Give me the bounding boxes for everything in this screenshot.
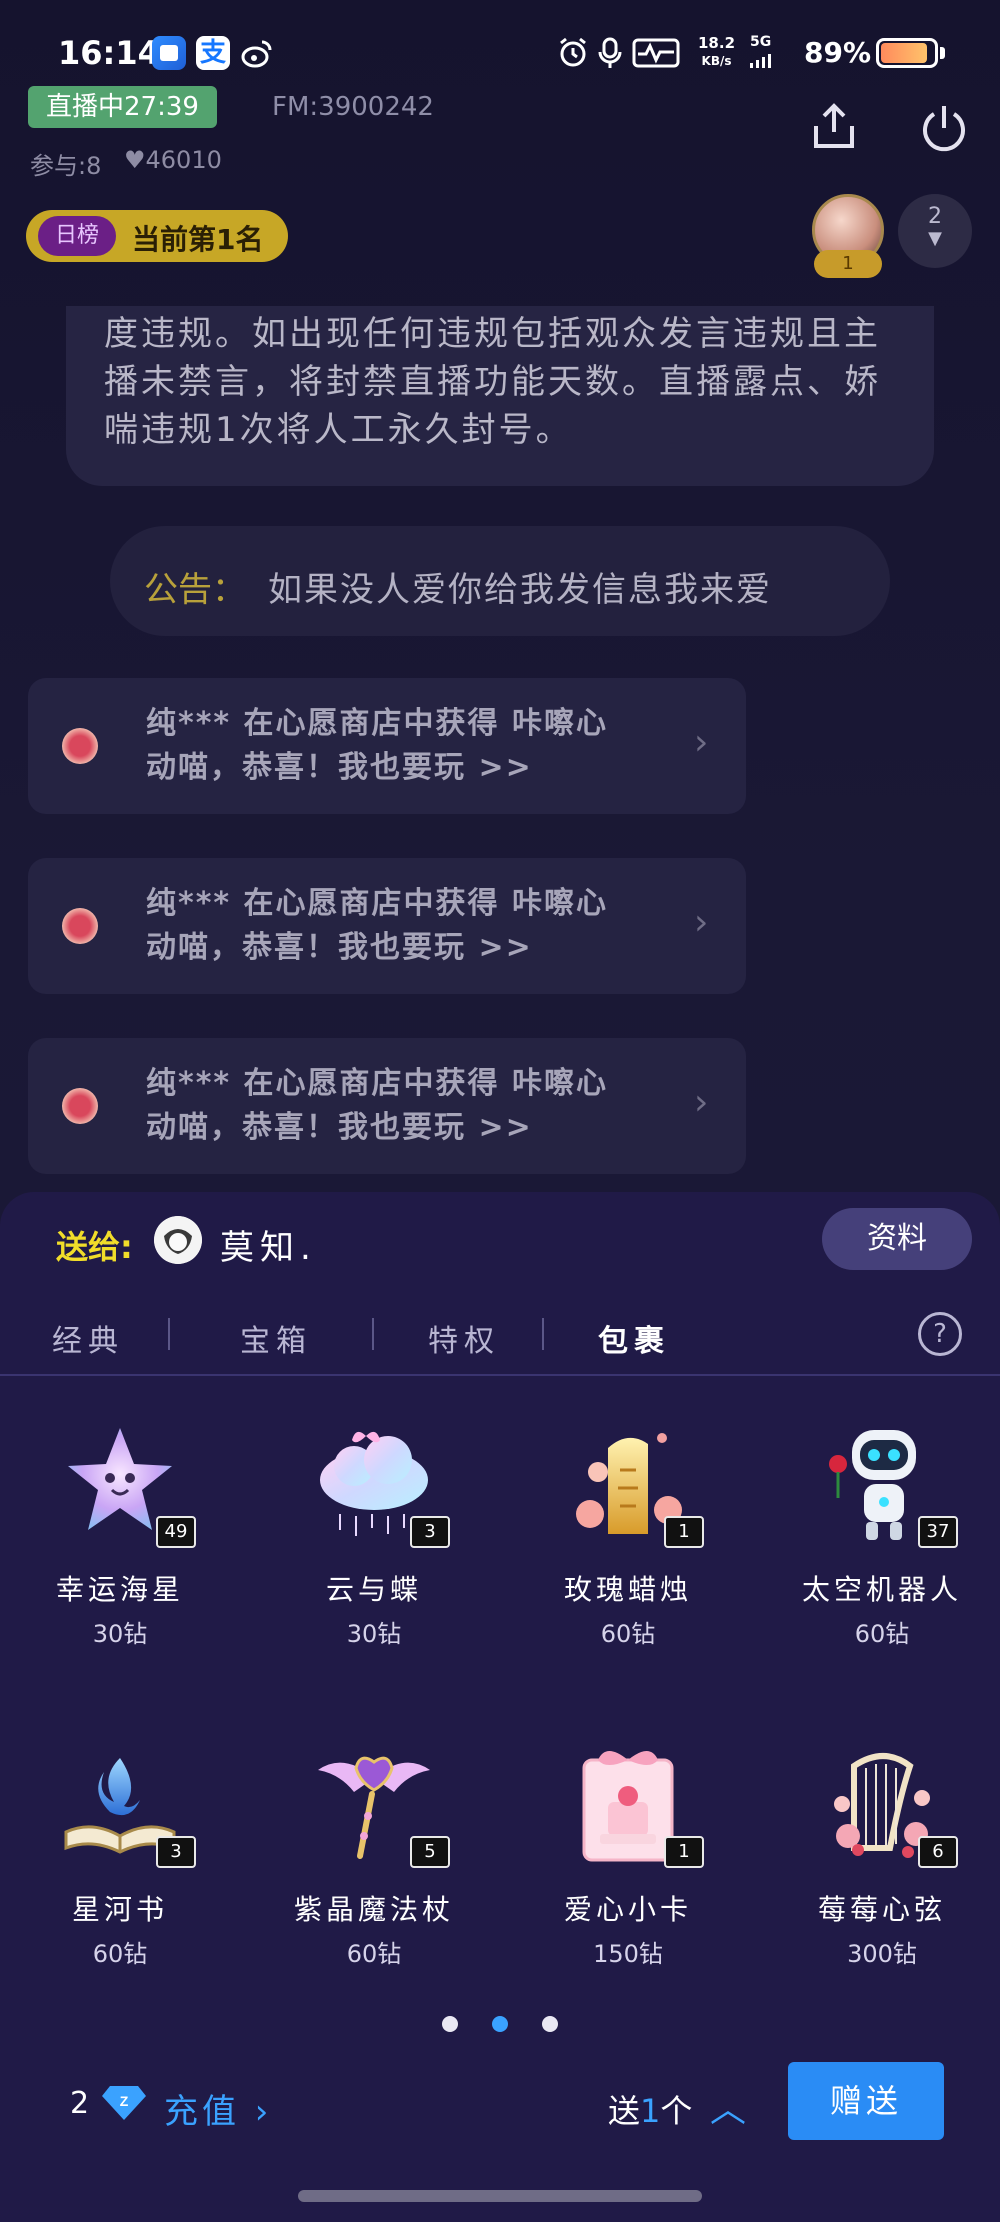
daily-rank-tag: 日榜 xyxy=(38,216,116,256)
battery-tip xyxy=(940,47,945,59)
chevron-down-icon: ▼ xyxy=(928,228,942,249)
app-blue-icon xyxy=(152,36,186,70)
rules-message-text: 度违规。如出现任何违规包括观众发言违规且主播未禁言，将封禁直播功能天数。直播露点… xyxy=(104,314,881,450)
heart-icon: ♥ xyxy=(124,146,146,174)
home-indicator[interactable] xyxy=(298,2190,702,2202)
gift-name: 玫瑰蜡烛 xyxy=(563,1573,692,1606)
fm-id: FM:3900242 xyxy=(272,92,434,122)
gift-name: 太空机器人 xyxy=(801,1573,962,1606)
gift-price: 30钻 xyxy=(92,1620,148,1648)
announcement-text: 如果没人爱你给我发信息我来爱 xyxy=(268,570,772,610)
net-speed: 18.2 KB/s xyxy=(698,34,736,68)
gift-item[interactable]: 1 爱心小卡 150钻 xyxy=(518,1738,738,1978)
gift-item[interactable]: 1 玫瑰蜡烛 60钻 xyxy=(518,1418,738,1658)
gift-price: 30钻 xyxy=(346,1620,402,1648)
live-duration-badge: 直播中27:39 xyxy=(28,86,217,128)
system-message-text: 纯*** 在心愿商店中获得 咔嚓心 动喵，恭喜！我也要玩 >> xyxy=(146,706,608,785)
online-count-button[interactable]: 2 ▼ xyxy=(898,194,972,268)
gift-price: 60钻 xyxy=(92,1940,148,1968)
system-message-text: 纯*** 在心愿商店中获得 咔嚓心 动喵，恭喜！我也要玩 >> xyxy=(146,886,608,965)
system-message-text: 纯*** 在心愿商店中获得 咔嚓心 动喵，恭喜！我也要玩 >> xyxy=(146,1066,608,1145)
mic-icon xyxy=(598,36,622,70)
signal-indicator: 5G xyxy=(750,34,771,68)
gift-name: 爱心小卡 xyxy=(563,1893,692,1926)
give-gift-button[interactable]: 赠送 xyxy=(788,2062,944,2140)
gift-count: 1 xyxy=(664,1516,704,1548)
gift-count: 3 xyxy=(410,1516,450,1548)
power-icon xyxy=(923,106,965,152)
gift-name: 星河书 xyxy=(71,1893,168,1926)
power-button[interactable] xyxy=(914,98,974,158)
daily-rank-text: 当前第1名 xyxy=(132,223,264,256)
pulse-icon xyxy=(632,38,680,68)
share-button[interactable] xyxy=(804,96,864,156)
gift-item[interactable]: 5 紫晶魔法杖 60钻 xyxy=(264,1738,484,1978)
gift-price: 60钻 xyxy=(854,1620,910,1648)
tab-separator xyxy=(372,1318,374,1350)
send-to-label: 送给: xyxy=(56,1228,133,1266)
gift-item[interactable]: 3 云与蝶 30钻 xyxy=(264,1418,484,1658)
gift-price: 150钻 xyxy=(593,1940,663,1968)
gift-name: 莓莓心弦 xyxy=(817,1893,946,1926)
tab-separator xyxy=(542,1318,544,1350)
page-dot-3[interactable] xyxy=(542,2016,558,2032)
gift-name: 云与蝶 xyxy=(325,1573,422,1606)
recipient-name: 莫知. xyxy=(220,1228,317,1268)
shop-icon xyxy=(62,728,98,764)
likes-count: ♥46010 xyxy=(124,146,222,174)
tab-backpack[interactable]: 包裹 xyxy=(598,1316,670,1360)
gift-count: 5 xyxy=(410,1836,450,1868)
share-icon xyxy=(814,103,854,148)
tab-privilege[interactable]: 特权 xyxy=(428,1316,500,1360)
shop-icon xyxy=(62,908,98,944)
status-bar: 16:14 支 18.2 KB/s 5G 89% xyxy=(0,0,1000,100)
gift-item[interactable]: 3 星河书 60钻 xyxy=(10,1738,230,1978)
top-fan-rank-badge: 1 xyxy=(814,250,882,278)
gift-item[interactable]: 37 太空机器人 60钻 xyxy=(772,1418,992,1658)
page-dot-1[interactable] xyxy=(442,2016,458,2032)
alipay-icon: 支 xyxy=(196,36,230,70)
weibo-icon xyxy=(240,36,274,70)
gift-item[interactable]: 49 幸运海星 30钻 xyxy=(10,1418,230,1658)
page-dot-2[interactable] xyxy=(492,2016,508,2032)
shop-icon xyxy=(62,1088,98,1124)
tab-separator xyxy=(168,1318,170,1350)
participants-count: 参与:8 xyxy=(30,152,102,180)
gift-count: 37 xyxy=(918,1516,958,1548)
recipient-avatar[interactable] xyxy=(154,1216,202,1264)
recharge-button[interactable]: 充值 › xyxy=(164,2084,272,2133)
battery-icon xyxy=(876,38,938,68)
gift-price: 300钻 xyxy=(847,1940,917,1968)
chevron-up-icon[interactable]: ︿ xyxy=(710,2080,746,2132)
battery-percent: 89% xyxy=(804,36,872,69)
profile-button[interactable]: 资料 xyxy=(822,1208,972,1270)
diamond-icon: Z xyxy=(102,2082,146,2122)
gift-count: 1 xyxy=(664,1836,704,1868)
gift-item[interactable]: 6 莓莓心弦 300钻 xyxy=(772,1738,992,1978)
gift-count: 3 xyxy=(156,1836,196,1868)
chevron-right-icon: › xyxy=(694,902,709,943)
gift-price: 60钻 xyxy=(346,1940,402,1968)
gift-name: 紫晶魔法杖 xyxy=(293,1893,454,1926)
diamond-balance: 2 xyxy=(70,2086,90,2121)
gift-price: 60钻 xyxy=(600,1620,656,1648)
gift-count: 49 xyxy=(156,1516,196,1548)
help-icon[interactable]: ? xyxy=(918,1312,962,1356)
svg-text:Z: Z xyxy=(120,2093,129,2109)
panel-divider xyxy=(0,1374,1000,1376)
chevron-right-icon: › xyxy=(694,722,709,763)
announcement-label: 公告： xyxy=(144,570,246,610)
alarm-icon xyxy=(556,36,590,70)
gift-name: 幸运海星 xyxy=(55,1573,184,1606)
send-quantity-selector[interactable]: 送1个 xyxy=(608,2086,692,2132)
tab-treasure-box[interactable]: 宝箱 xyxy=(240,1316,312,1360)
gift-count: 6 xyxy=(918,1836,958,1868)
chevron-right-icon: › xyxy=(694,1082,709,1123)
tab-classic[interactable]: 经典 xyxy=(52,1316,124,1360)
chevron-right-icon: › xyxy=(240,2092,273,2132)
status-time: 16:14 xyxy=(58,34,160,72)
